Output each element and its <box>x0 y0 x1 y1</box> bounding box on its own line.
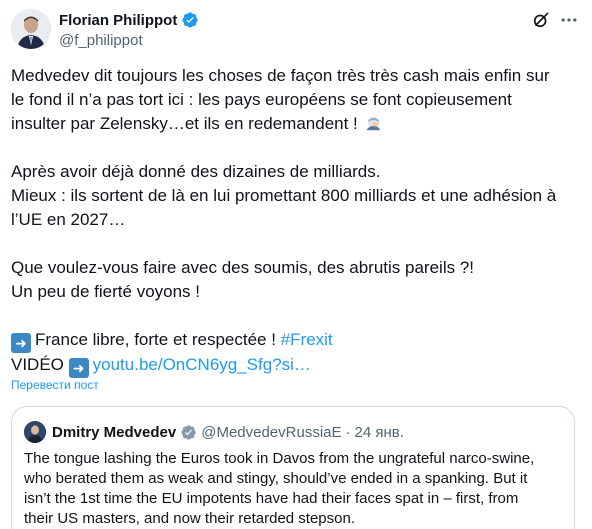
tweet-line: insulter par Zelensky…et ils en redemand… <box>11 112 583 136</box>
quoted-author-handle[interactable]: @MedvedevRussiaE <box>201 424 341 441</box>
tweet-line: Après avoir déjà donné des dizaines de m… <box>11 162 381 181</box>
separator: · <box>345 423 351 441</box>
quoted-line: who berated them as weak and stingy, sho… <box>24 470 528 487</box>
grok-icon[interactable] <box>531 10 551 30</box>
translate-post-link[interactable]: Перевести пост <box>11 378 99 392</box>
quoted-date[interactable]: 24 янв. <box>355 424 404 441</box>
quoted-line: isn’t the 1st time the EU impotents have… <box>24 490 519 507</box>
right-arrow-emoji: ➜ <box>11 333 31 353</box>
tweet-line: Mieux : ils sortent de là en lui promett… <box>11 186 557 205</box>
tweet-line: Medvedev dit toujours les choses de faço… <box>11 66 550 85</box>
verified-badge-icon <box>181 424 196 440</box>
right-arrow-emoji: ➜ <box>68 358 89 378</box>
quoted-tweet-body: The tongue lashing the Euros took in Dav… <box>24 449 564 529</box>
author-handle[interactable]: @f_philippot <box>59 32 199 49</box>
author-avatar[interactable] <box>11 9 51 49</box>
tweet-line: VIDÉO ➜ youtu.be/OnCN6yg_Sfg?si… <box>11 353 583 378</box>
tweet-header: Florian Philippot @f_philippot <box>11 8 581 52</box>
quoted-author-name[interactable]: Dmitry Medvedev <box>52 424 176 441</box>
more-icon[interactable] <box>559 10 579 30</box>
quoted-tweet[interactable]: Dmitry Medvedev @MedvedevRussiaE · 24 ян… <box>11 406 575 529</box>
tweet-line: Que voulez-vous faire avec des soumis, d… <box>11 258 475 277</box>
facepalm-emoji <box>366 116 380 131</box>
quoted-line: The tongue lashing the Euros took in Dav… <box>24 450 535 467</box>
quoted-line: their US masters, and now their retarded… <box>24 510 355 527</box>
tweet-line: ➜ France libre, forte et respectée ! #Fre… <box>11 328 583 353</box>
tweet-line: l’UE en 2027… <box>11 210 126 229</box>
quoted-author-avatar[interactable] <box>24 421 46 443</box>
author-info: Florian Philippot @f_philippot <box>59 10 199 49</box>
verified-badge-icon <box>182 12 199 28</box>
quoted-tweet-header: Dmitry Medvedev @MedvedevRussiaE · 24 ян… <box>24 421 404 443</box>
tweet-body: Medvedev dit toujours les choses de faço… <box>11 64 583 378</box>
author-name[interactable]: Florian Philippot <box>59 12 177 29</box>
tweet-line: Un peu de fierté voyons ! <box>11 282 201 301</box>
hashtag-link[interactable]: #Frexit <box>281 330 333 349</box>
france-line: France libre, forte et respectée ! <box>35 330 276 349</box>
video-link[interactable]: youtu.be/OnCN6yg_Sfg?si… <box>93 355 311 374</box>
video-label: VIDÉO <box>11 355 64 374</box>
tweet-line-text: insulter par Zelensky…et ils en redemand… <box>11 114 358 133</box>
tweet-line: le fond il n’a pas tort ici : les pays e… <box>11 90 512 109</box>
